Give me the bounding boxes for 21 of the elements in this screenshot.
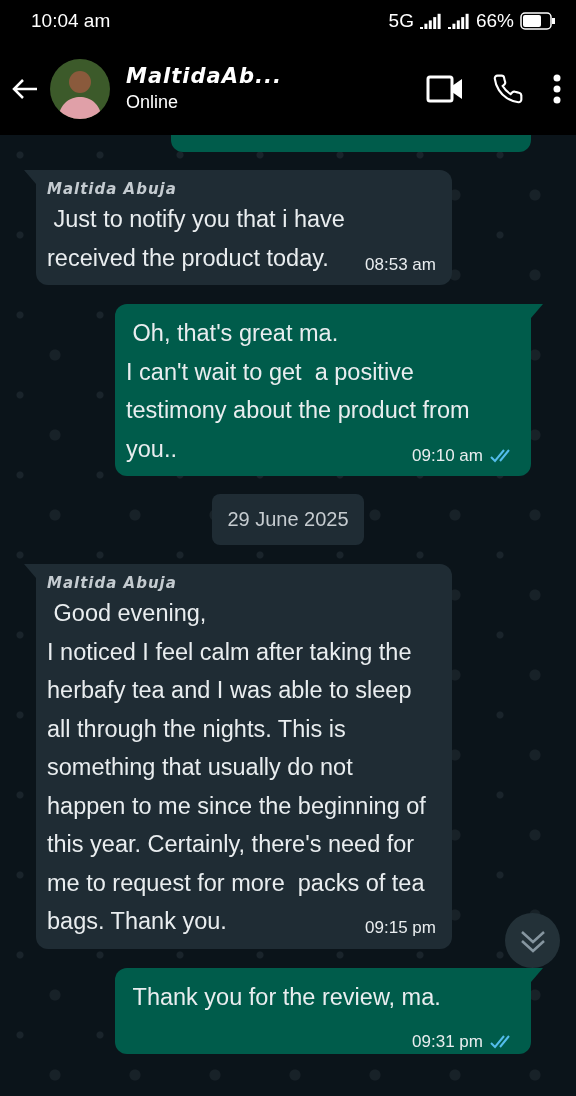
message-time: 09:31 pm (412, 1031, 483, 1053)
sender-name: Maltida Abuja (47, 180, 178, 198)
network-type: 5G (388, 10, 414, 32)
sender-name: Maltida Abuja (47, 574, 178, 592)
message-time: 08:53 am (365, 253, 436, 276)
more-options-icon[interactable] (552, 72, 562, 105)
message-text: Good evening, I noticed I feel calm after taking the herbafy tea and I was able to sleep all through the nights. This is something that usually do not happen to me since the beginning of this year. Certainly, there's need for me to request for more packs of tea bags. Thank you. 09:15 pm (47, 594, 436, 941)
signal-icon (447, 13, 470, 29)
clock-time: 10:04 am (31, 10, 111, 32)
contact-status: Online (126, 92, 180, 113)
message-time: 09:10 am (412, 444, 483, 467)
contact-name[interactable]: MaltidaAb... (126, 64, 282, 88)
message-text: Oh, that's great ma. I can't wait to get a positive testimony about the product from you.. 09:10 am (126, 314, 515, 468)
signal-icon (419, 13, 442, 29)
message-time: 09:15 pm (365, 917, 436, 939)
phone-icon[interactable] (492, 72, 524, 105)
date-chip: 29 June 2025 (212, 494, 364, 545)
battery-percent: 66% (475, 10, 514, 32)
battery-icon (520, 12, 556, 30)
message-text: Just to notify you that i have received the product today. 08:53 am (47, 200, 436, 277)
video-call-icon[interactable] (426, 73, 464, 104)
